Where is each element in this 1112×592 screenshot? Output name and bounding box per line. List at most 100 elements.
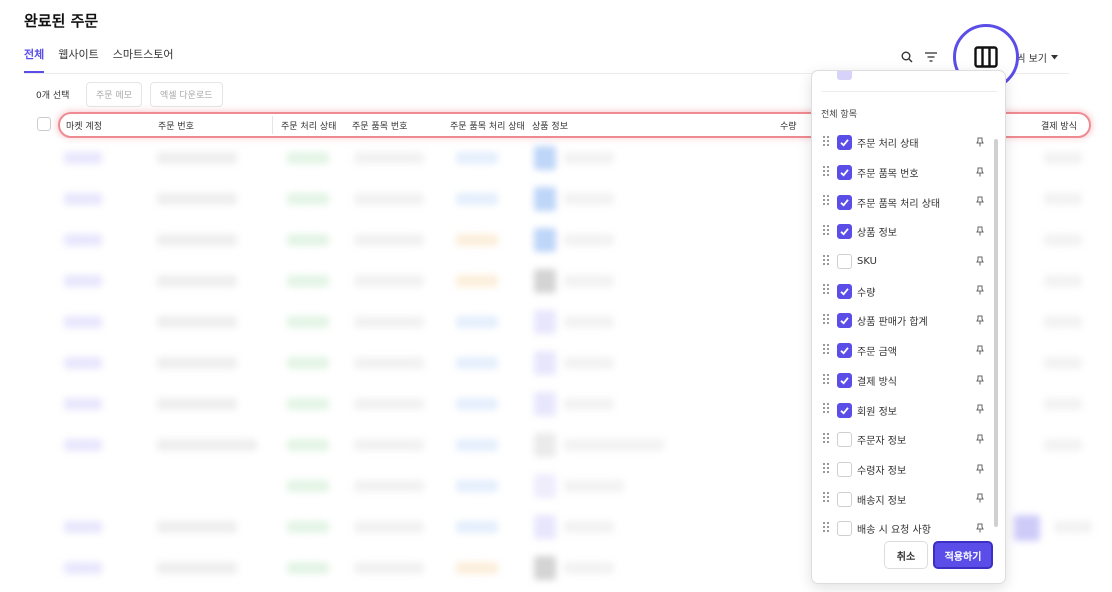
completed-orders-page: 완료된 주문 전체 웹사이트 스마트스토어 씩 보기 0개 선택 주문 메모 엑… [0, 0, 1112, 592]
pin-icon[interactable] [976, 226, 984, 239]
column-checkbox[interactable] [837, 402, 852, 418]
column-option-label: 수량 [857, 287, 876, 299]
column-option[interactable]: 주문자 정보 [812, 425, 992, 455]
column-divider [272, 116, 273, 134]
column-checkbox[interactable] [837, 372, 852, 388]
column-option-label: 회원 정보 [857, 406, 897, 418]
order-memo-button[interactable]: 주문 메모 [86, 82, 142, 107]
column-checkbox[interactable] [837, 165, 852, 181]
column-checkbox[interactable] [837, 521, 852, 537]
column-option-label: 주문자 정보 [857, 436, 907, 448]
pin-icon[interactable] [976, 196, 984, 209]
column-option[interactable]: SKU [812, 247, 992, 277]
column-option-label: 수령자 정보 [857, 465, 907, 477]
drag-handle-icon[interactable] [823, 225, 831, 237]
column-option-label: 상품 판매가 합계 [857, 317, 928, 329]
tab-all[interactable]: 전체 [24, 46, 45, 73]
cancel-button[interactable]: 취소 [884, 541, 928, 569]
panel-scrollbar[interactable] [994, 139, 998, 527]
column-checkbox[interactable] [837, 491, 852, 507]
drag-handle-icon[interactable] [823, 343, 831, 356]
column-option[interactable]: 수량 [812, 276, 992, 306]
pin-icon[interactable] [976, 375, 984, 388]
search-icon[interactable] [898, 48, 916, 66]
drag-handle-icon[interactable] [823, 373, 831, 386]
column-option[interactable]: 상품 판매가 합계 [812, 306, 992, 336]
columns-icon [974, 46, 998, 68]
column-option-label: 결제 방식 [857, 376, 897, 388]
column-checkbox[interactable] [837, 224, 852, 240]
column-option-label: 주문 처리 상태 [857, 139, 919, 151]
column-header[interactable]: 마켓 계정 [66, 119, 102, 132]
channel-tabs: 전체 웹사이트 스마트스토어 [24, 46, 173, 73]
pin-icon[interactable] [976, 137, 984, 150]
drag-handle-icon[interactable] [823, 462, 831, 475]
column-option-label: 주문 금액 [857, 347, 897, 359]
all-columns-label: 전체 항목 [821, 110, 857, 120]
column-option-list: 주문 처리 상태주문 품목 번호주문 품목 처리 상태상품 정보 SKU 수량상품 … [812, 128, 992, 544]
column-option-label: 배송 시 요청 사항 [857, 525, 931, 537]
column-option-label: 주문 품목 처리 상태 [857, 198, 941, 210]
column-header[interactable]: 주문 번호 [158, 119, 194, 132]
column-checkbox[interactable] [837, 194, 852, 210]
pin-icon[interactable] [976, 523, 984, 536]
drag-handle-icon[interactable] [823, 521, 831, 534]
pin-icon[interactable] [976, 256, 984, 269]
column-checkbox[interactable] [837, 432, 852, 448]
column-header[interactable]: 주문 품목 처리 상태 [450, 119, 525, 132]
pin-icon[interactable] [976, 434, 984, 447]
pin-icon[interactable] [976, 315, 984, 328]
bulk-actions: 0개 선택 주문 메모 엑셀 다운로드 [24, 82, 223, 107]
panel-divider [822, 91, 997, 92]
column-checkbox[interactable] [837, 461, 852, 477]
column-checkbox[interactable] [837, 313, 852, 329]
select-all-checkbox[interactable] [37, 117, 51, 131]
column-header[interactable]: 수량 [780, 119, 797, 132]
drag-handle-icon[interactable] [823, 195, 831, 207]
column-option[interactable]: 배송 시 요청 사항 [812, 514, 992, 544]
column-option[interactable]: 배송지 정보 [812, 484, 992, 514]
drag-handle-icon[interactable] [823, 432, 831, 445]
column-option[interactable]: 주문 금액 [812, 336, 992, 366]
column-header[interactable]: 상품 정보 [532, 119, 568, 132]
column-option[interactable]: 결제 방식 [812, 366, 992, 396]
column-checkbox[interactable] [837, 283, 852, 299]
tab-website[interactable]: 웹사이트 [58, 46, 98, 73]
column-option[interactable]: 주문 품목 번호 [812, 158, 992, 188]
pin-icon[interactable] [976, 464, 984, 477]
pin-icon[interactable] [976, 404, 984, 417]
column-option[interactable]: 수령자 정보 [812, 455, 992, 485]
drag-handle-icon[interactable] [823, 165, 831, 178]
caret-down-icon [1051, 54, 1058, 59]
drag-handle-icon[interactable] [823, 136, 831, 148]
drag-handle-icon[interactable] [823, 492, 831, 504]
column-option[interactable]: 주문 처리 상태 [812, 128, 992, 158]
apply-button[interactable]: 적용하기 [933, 541, 993, 569]
drag-handle-icon[interactable] [823, 284, 831, 296]
drag-handle-icon[interactable] [823, 314, 831, 326]
excel-download-button[interactable]: 엑셀 다운로드 [149, 82, 223, 107]
view-mode-select[interactable]: 씩 보기 [1016, 50, 1058, 65]
drag-handle-icon[interactable] [823, 403, 831, 415]
page-title: 완료된 주문 [24, 12, 99, 30]
filter-icon[interactable] [922, 48, 940, 66]
tab-smartstore[interactable]: 스마트스토어 [113, 46, 174, 73]
selected-count: 0개 선택 [36, 91, 70, 101]
column-option[interactable]: 주문 품목 처리 상태 [812, 187, 992, 217]
column-header[interactable]: 결제 방식 [1041, 119, 1077, 132]
drag-handle-icon[interactable] [823, 254, 831, 267]
pin-icon[interactable] [976, 345, 984, 358]
column-checkbox[interactable] [837, 135, 852, 151]
column-checkbox[interactable] [837, 254, 852, 270]
column-option-label: 상품 정보 [857, 228, 897, 240]
column-option-label: 배송지 정보 [857, 495, 907, 507]
pin-icon[interactable] [976, 285, 984, 298]
column-header[interactable]: 주문 처리 상태 [281, 119, 336, 132]
column-option[interactable]: 회원 정보 [812, 395, 992, 425]
column-option[interactable]: 상품 정보 [812, 217, 992, 247]
column-option-label: SKU [857, 256, 877, 268]
pin-icon[interactable] [976, 167, 984, 180]
column-header[interactable]: 주문 품목 번호 [352, 119, 407, 132]
column-checkbox[interactable] [837, 343, 852, 359]
pin-icon[interactable] [976, 493, 984, 506]
